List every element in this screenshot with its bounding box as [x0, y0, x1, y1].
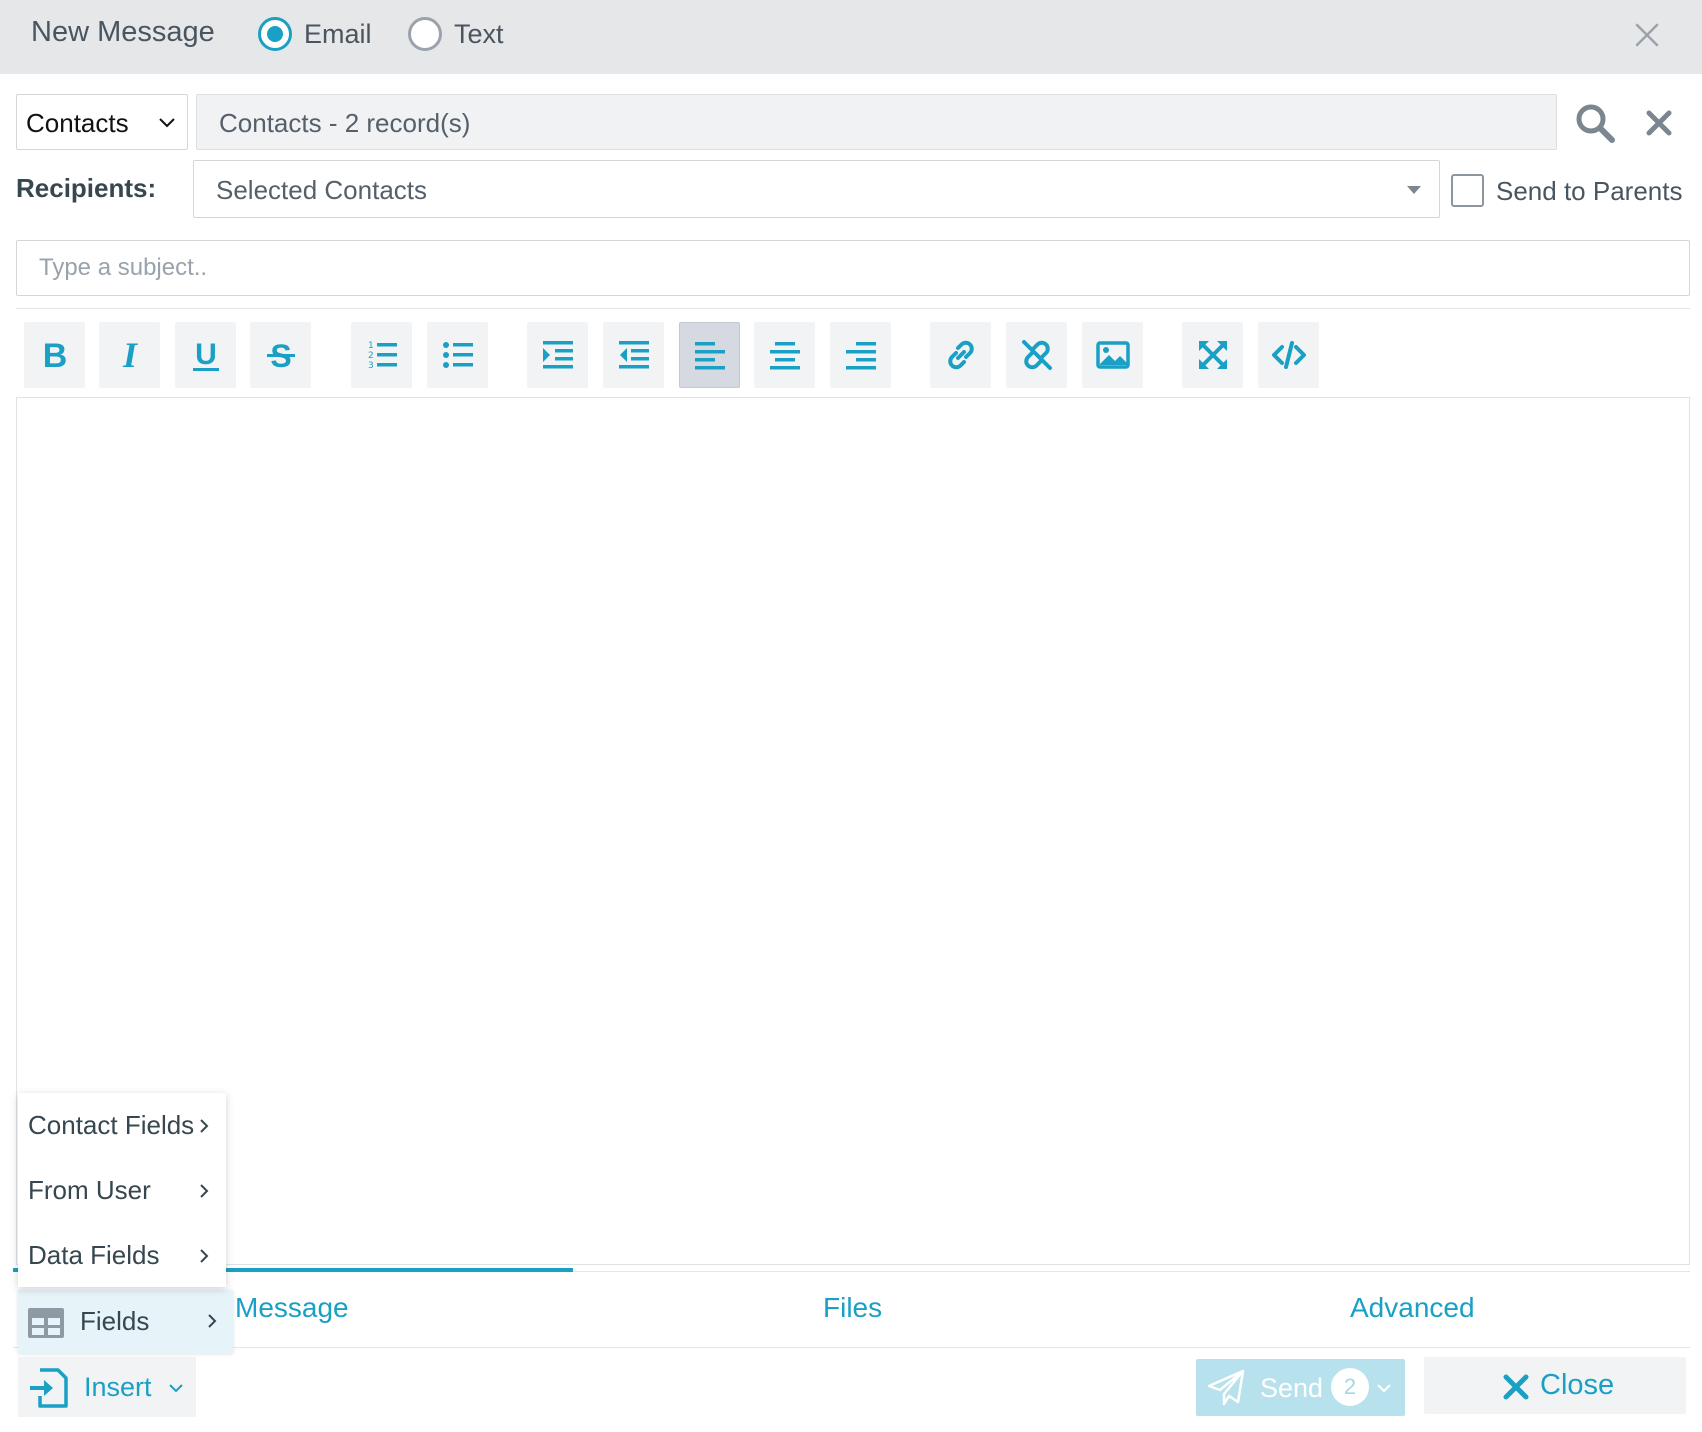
submenu-item-label: Data Fields — [28, 1240, 160, 1270]
image-button[interactable] — [1082, 322, 1143, 388]
insert-icon — [30, 1368, 68, 1408]
underline-button[interactable]: U — [175, 322, 236, 388]
link-icon — [947, 340, 974, 370]
close-icon — [1503, 1374, 1529, 1400]
source-select[interactable]: Contacts — [16, 94, 188, 150]
unordered-list-button[interactable] — [427, 322, 488, 388]
align-right-icon — [845, 342, 876, 370]
submenu-item-from-user[interactable]: From User — [18, 1158, 226, 1220]
unordered-list-icon — [442, 342, 473, 368]
submenu-item-label: From User — [28, 1175, 151, 1205]
subject-field[interactable] — [16, 240, 1690, 296]
radio-text-label: Text — [454, 19, 504, 49]
svg-text:B: B — [42, 338, 67, 372]
send-to-parents-label[interactable]: Send to Parents — [1496, 176, 1682, 207]
radio-email-label: Email — [304, 19, 372, 49]
caret-down-icon — [1407, 186, 1421, 194]
chevron-down-icon — [159, 118, 175, 128]
submenu-item-label: Contact Fields — [28, 1110, 195, 1140]
indent-icon — [542, 341, 573, 369]
insert-button[interactable]: Insert — [18, 1357, 196, 1417]
message-editor[interactable] — [16, 397, 1690, 1265]
send-button[interactable]: Send 2 — [1196, 1359, 1405, 1416]
tabs-bottom-line — [13, 1347, 1690, 1348]
radio-text-indicator[interactable] — [408, 17, 442, 51]
italic-button[interactable]: I — [99, 322, 160, 388]
align-left-icon — [694, 342, 725, 370]
tab-files[interactable]: Files — [823, 1292, 882, 1324]
bold-icon: B — [42, 338, 67, 372]
chevron-right-icon — [208, 1314, 217, 1328]
close-icon[interactable] — [1632, 20, 1662, 50]
svg-text:1: 1 — [368, 341, 374, 351]
indent-button[interactable] — [527, 322, 588, 388]
align-center-button[interactable] — [754, 322, 815, 388]
strikethrough-icon: S — [266, 338, 295, 372]
unlink-icon — [1021, 340, 1052, 370]
radio-text[interactable]: Text — [408, 17, 528, 57]
records-field[interactable]: Contacts - 2 record(s) — [196, 94, 1557, 150]
chevron-down-icon[interactable] — [1376, 1382, 1392, 1394]
close-button[interactable]: Close — [1424, 1357, 1686, 1414]
submenu-item-data-fields[interactable]: Data Fields — [18, 1223, 226, 1285]
align-left-button[interactable] — [679, 322, 740, 388]
unlink-button[interactable] — [1006, 322, 1067, 388]
tab-message[interactable]: Message — [235, 1292, 349, 1324]
radio-email[interactable]: Email — [258, 17, 398, 57]
chevron-down-icon — [169, 1384, 183, 1393]
search-icon[interactable] — [1574, 102, 1616, 144]
dialog-title: New Message — [31, 16, 215, 48]
image-icon — [1095, 341, 1130, 369]
html-source-button[interactable] — [1258, 322, 1319, 388]
fields-submenu: Contact Fields From User Data Fields — [18, 1093, 226, 1287]
outdent-button[interactable] — [603, 322, 664, 388]
ordered-list-icon: 123 — [368, 341, 397, 371]
divider — [16, 308, 1690, 309]
menu-item-fields-label: Fields — [80, 1306, 150, 1336]
tab-advanced[interactable]: Advanced — [1350, 1292, 1475, 1324]
link-button[interactable] — [930, 322, 991, 388]
submenu-item-contact-fields[interactable]: Contact Fields — [18, 1093, 226, 1155]
svg-text:3: 3 — [368, 361, 374, 371]
send-label: Send — [1260, 1373, 1324, 1403]
svg-text:U: U — [195, 338, 217, 371]
insert-label: Insert — [84, 1372, 152, 1402]
send-count-badge: 2 — [1331, 1368, 1369, 1406]
ordered-list-button[interactable]: 123 — [351, 322, 412, 388]
svg-text:I: I — [121, 338, 138, 372]
align-center-icon — [769, 342, 800, 370]
radio-email-indicator[interactable] — [258, 17, 292, 51]
table-icon — [28, 1308, 64, 1338]
outdent-icon — [618, 341, 649, 369]
strikethrough-button[interactable]: S — [250, 322, 311, 388]
records-summary: Contacts - 2 record(s) — [219, 108, 471, 138]
close-label: Close — [1540, 1369, 1615, 1401]
menu-item-fields[interactable]: Fields — [18, 1290, 233, 1353]
underline-icon: U — [192, 338, 219, 371]
paper-plane-icon — [1207, 1369, 1245, 1406]
chevron-right-icon — [200, 1119, 209, 1133]
clear-icon[interactable] — [1643, 107, 1675, 139]
subject-input[interactable] — [17, 241, 1689, 295]
source-select-value: Contacts — [26, 108, 129, 138]
title-bar — [0, 0, 1702, 74]
code-icon — [1271, 341, 1306, 369]
recipients-label: Recipients: — [16, 173, 157, 203]
italic-icon: I — [121, 338, 138, 372]
chevron-right-icon — [200, 1184, 209, 1198]
fullscreen-icon — [1198, 341, 1227, 369]
chevron-right-icon — [200, 1249, 209, 1263]
bold-button[interactable]: B — [24, 322, 85, 388]
recipients-value: Selected Contacts — [216, 175, 428, 205]
recipients-dropdown[interactable]: Selected Contacts — [193, 160, 1440, 218]
align-right-button[interactable] — [830, 322, 891, 388]
svg-text:2: 2 — [368, 351, 374, 361]
fullscreen-button[interactable] — [1182, 322, 1243, 388]
send-to-parents-checkbox[interactable] — [1451, 174, 1484, 207]
